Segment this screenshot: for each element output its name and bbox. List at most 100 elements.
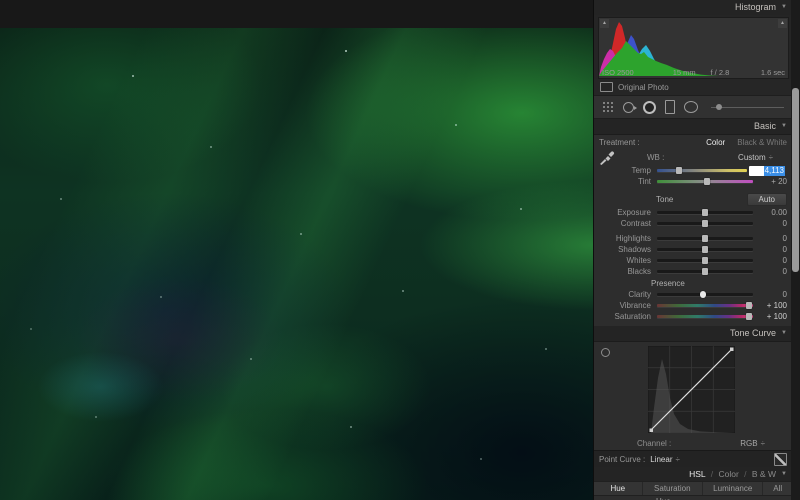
red-eye-correction-icon[interactable]	[643, 101, 656, 114]
shadow-clipping-indicator-icon[interactable]: ▲	[600, 19, 609, 28]
contrast-slider[interactable]	[657, 222, 753, 225]
graduated-filter-icon[interactable]	[665, 100, 675, 114]
channel-popup-glyph[interactable]: ÷	[761, 439, 765, 448]
tint-value[interactable]: + 20	[753, 177, 787, 186]
collapse-triangle-icon[interactable]: ▼	[781, 0, 787, 15]
aperture-value: f / 2.8	[711, 68, 730, 77]
clarity-label: Clarity	[599, 290, 657, 299]
color-mode[interactable]: Color	[718, 469, 738, 479]
contrast-value[interactable]: 0	[753, 219, 787, 228]
temp-slider-thumb[interactable]	[676, 167, 682, 174]
hsl-separator: /	[711, 469, 713, 479]
crop-overlay-icon[interactable]	[602, 101, 614, 113]
aurora-photo[interactable]	[0, 28, 593, 500]
highlight-clipping-indicator-icon[interactable]: ▲	[778, 19, 787, 28]
vibrance-slider[interactable]	[657, 304, 753, 307]
tint-slider-thumb[interactable]	[704, 178, 710, 185]
targeted-adjustment-icon[interactable]	[601, 348, 610, 357]
channel-value[interactable]: RGB÷	[740, 439, 765, 448]
tab-luminance[interactable]: Luminance	[703, 482, 763, 495]
highlights-slider[interactable]	[657, 237, 753, 240]
photo-canvas[interactable]	[0, 0, 593, 500]
curve-point-shadow[interactable]	[650, 429, 654, 433]
histogram-display[interactable]: ▲ ▲ ISO 2500 15 mm f / 2.8 1.6 sec	[598, 17, 789, 79]
collapse-triangle-icon[interactable]: ▼	[781, 326, 787, 341]
spot-removal-icon[interactable]	[623, 102, 634, 113]
basic-title: Basic	[754, 121, 776, 131]
whites-value[interactable]: 0	[753, 256, 787, 265]
blacks-slider-row: Blacks 0	[594, 266, 792, 277]
focal-length-value: 15 mm	[673, 68, 696, 77]
temp-value-field-wrap: 4,113	[747, 166, 787, 176]
whites-slider[interactable]	[657, 259, 753, 262]
blacks-slider[interactable]	[657, 270, 753, 273]
point-curve-row: Point Curve : Linear ÷	[594, 450, 792, 467]
point-curve-label: Point Curve :	[599, 455, 645, 464]
temp-label: Temp	[599, 166, 657, 175]
photo-icon	[600, 82, 613, 92]
exposure-value[interactable]: 0.00	[753, 208, 787, 217]
highlights-slider-thumb[interactable]	[702, 235, 708, 242]
panel-scrollbar[interactable]	[791, 0, 800, 500]
temp-value-input[interactable]: 4,113	[749, 166, 785, 176]
tab-all[interactable]: All	[763, 482, 792, 495]
hsl-separator: /	[744, 469, 746, 479]
tone-curve-editor[interactable]	[648, 346, 735, 433]
tint-slider[interactable]	[657, 180, 753, 183]
whites-slider-row: Whites 0	[594, 255, 792, 266]
radial-filter-icon[interactable]	[684, 101, 698, 113]
develop-right-panel: Histogram ▼ ▲ ▲ ISO 2500 15 mm f / 2.8 1	[593, 0, 800, 500]
tab-hue[interactable]: Hue	[594, 482, 643, 495]
collapse-triangle-icon[interactable]: ▼	[781, 119, 787, 134]
wb-popup-glyph[interactable]: ÷	[769, 153, 773, 162]
vibrance-value[interactable]: + 100	[753, 301, 787, 310]
clarity-slider[interactable]	[657, 293, 753, 296]
curve-point-highlight[interactable]	[730, 348, 734, 352]
wb-preset-value[interactable]: Custom	[738, 153, 766, 162]
iso-value: ISO 2500	[602, 68, 634, 77]
adjustment-brush-slider[interactable]	[711, 107, 784, 108]
hsl-panel-header[interactable]: HSL / Color / B & W ▼	[594, 467, 792, 481]
bw-mode[interactable]: B & W	[752, 469, 776, 479]
exposure-slider-thumb[interactable]	[702, 209, 708, 216]
saturation-slider[interactable]	[657, 315, 753, 318]
hsl-mode[interactable]: HSL	[689, 469, 705, 479]
blacks-label: Blacks	[599, 267, 657, 276]
exposure-slider[interactable]	[657, 211, 753, 214]
histogram-panel-header[interactable]: Histogram ▼	[594, 0, 792, 15]
tone-curve-panel-header[interactable]: Tone Curve ▼	[594, 326, 792, 341]
point-curve-value[interactable]: Linear	[650, 455, 672, 464]
clarity-slider-row: Clarity 0	[594, 289, 792, 300]
clarity-slider-thumb[interactable]	[700, 291, 706, 298]
shadows-value[interactable]: 0	[753, 245, 787, 254]
vibrance-slider-thumb[interactable]	[746, 302, 752, 309]
clarity-value[interactable]: 0	[753, 290, 787, 299]
exposure-slider-row: Exposure 0.00	[594, 207, 792, 218]
blacks-value[interactable]: 0	[753, 267, 787, 276]
collapse-triangle-icon[interactable]: ▼	[781, 467, 787, 481]
treatment-bw-option[interactable]: Black & White	[737, 138, 787, 147]
basic-panel-header[interactable]: Basic ▼	[594, 119, 792, 134]
saturation-value[interactable]: + 100	[753, 312, 787, 321]
blacks-slider-thumb[interactable]	[702, 268, 708, 275]
whites-label: Whites	[599, 256, 657, 265]
tab-saturation[interactable]: Saturation	[643, 482, 703, 495]
edit-point-curve-icon[interactable]	[774, 453, 787, 466]
saturation-slider-thumb[interactable]	[746, 313, 752, 320]
photo-top-black-bar	[0, 0, 593, 29]
brush-slider-knob[interactable]	[716, 104, 722, 110]
auto-tone-button[interactable]: Auto	[747, 193, 787, 206]
temp-slider[interactable]	[657, 169, 747, 172]
whites-slider-thumb[interactable]	[702, 257, 708, 264]
treatment-color-option[interactable]: Color	[706, 138, 725, 147]
highlights-value[interactable]: 0	[753, 234, 787, 243]
treatment-row: Treatment : Color Black & White	[594, 135, 792, 150]
shadows-slider[interactable]	[657, 248, 753, 251]
curve-channel-row: Channel : RGB÷	[594, 436, 792, 450]
scrollbar-thumb[interactable]	[792, 88, 799, 272]
contrast-slider-thumb[interactable]	[702, 220, 708, 227]
shadows-slider-thumb[interactable]	[702, 246, 708, 253]
tool-strip	[594, 95, 792, 119]
wb-eyedropper-icon[interactable]	[599, 150, 615, 165]
point-curve-popup-glyph[interactable]: ÷	[676, 455, 680, 464]
